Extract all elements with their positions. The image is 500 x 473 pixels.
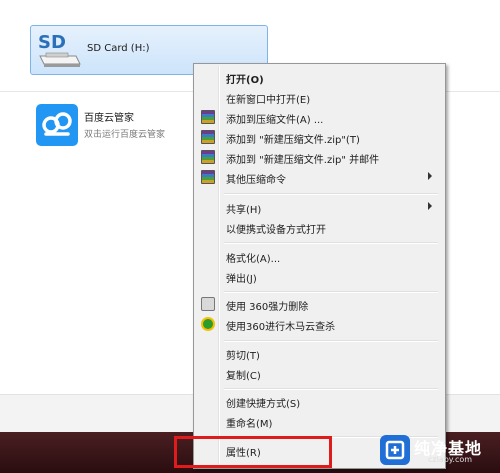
menu-item-create-shortcut[interactable]: 创建快捷方式(S) <box>196 391 442 411</box>
menu-item-share[interactable]: 共享(H) <box>196 197 442 217</box>
menu-item-copy[interactable]: 复制(C) <box>196 363 442 383</box>
app-name: 百度云管家 <box>84 113 134 124</box>
winrar-icon <box>201 150 215 164</box>
baidu-cloud-icon <box>36 104 78 146</box>
site-logo-icon <box>380 435 410 465</box>
menu-item-eject[interactable]: 弹出(J) <box>196 266 442 286</box>
menu-item-cut[interactable]: 剪切(T) <box>196 343 442 363</box>
winrar-icon <box>201 110 215 124</box>
menu-separator <box>224 193 438 195</box>
menu-item-other-compress[interactable]: 其他压缩命令 <box>196 167 442 187</box>
properties-highlight-box <box>174 436 332 468</box>
sd-card-icon: SD <box>38 32 81 67</box>
app-item-baidu-cloud[interactable]: 百度云管家 双击运行百度云管家 <box>36 104 196 148</box>
360-security-icon <box>201 317 215 331</box>
menu-item-add-to-zip[interactable]: 添加到 "新建压缩文件.zip"(T) <box>196 127 442 147</box>
menu-separator <box>224 340 438 342</box>
winrar-icon <box>201 170 215 184</box>
menu-separator <box>224 291 438 293</box>
menu-item-force-delete-360[interactable]: 使用 360强力删除 <box>196 294 442 314</box>
menu-item-add-to-archive[interactable]: 添加到压缩文件(A) ... <box>196 107 442 127</box>
submenu-arrow-icon <box>428 172 432 180</box>
menu-item-open-as-portable[interactable]: 以便携式设备方式打开 <box>196 217 442 237</box>
menu-item-add-to-zip-email[interactable]: 添加到 "新建压缩文件.zip" 并邮件 <box>196 147 442 167</box>
menu-item-format[interactable]: 格式化(A)... <box>196 246 442 266</box>
winrar-icon <box>201 130 215 144</box>
shredder-icon <box>201 297 215 311</box>
svg-text:SD: SD <box>38 32 66 53</box>
menu-item-open-new-window[interactable]: 在新窗口中打开(E) <box>196 87 442 107</box>
menu-separator <box>224 388 438 390</box>
drive-label: SD Card (H:) <box>87 43 150 54</box>
menu-item-open[interactable]: 打开(O) <box>196 67 442 87</box>
menu-separator <box>224 242 438 244</box>
menu-item-scan-360[interactable]: 使用360进行木马云查杀 <box>196 314 442 334</box>
app-subtitle: 双击运行百度云管家 <box>84 130 166 140</box>
menu-item-rename[interactable]: 重命名(M) <box>196 411 442 431</box>
watermark: 纯净基地 czlaby.com <box>380 433 498 469</box>
watermark-url: czlaby.com <box>428 455 473 464</box>
submenu-arrow-icon <box>428 202 432 210</box>
context-menu: 打开(O) 在新窗口中打开(E) 添加到压缩文件(A) ... 添加到 "新建压… <box>193 63 446 469</box>
